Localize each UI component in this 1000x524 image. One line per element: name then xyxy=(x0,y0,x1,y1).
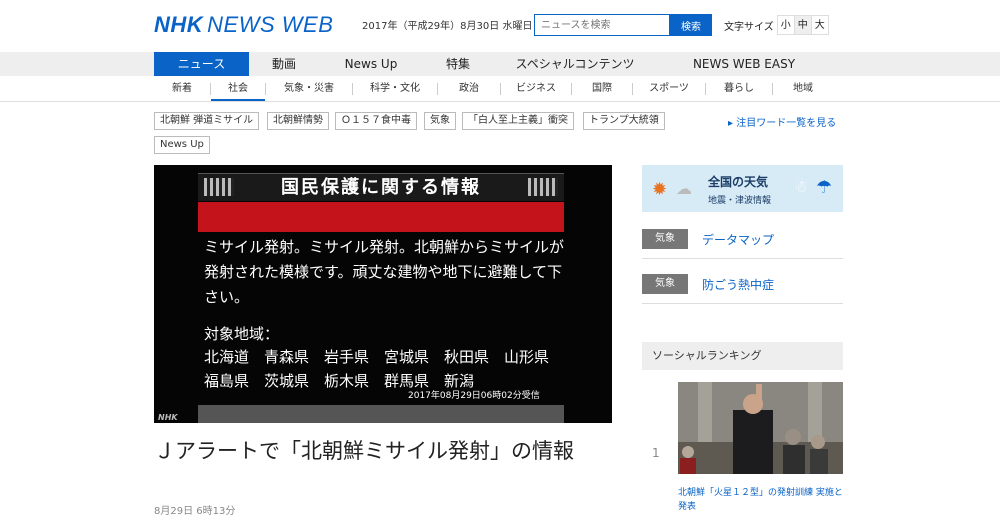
subnav-business[interactable]: ビジネス xyxy=(501,76,571,101)
tag-news-up[interactable]: News Up xyxy=(154,136,210,154)
alert-title-bar: 国民保護に関する情報 xyxy=(198,173,564,201)
nhk-watermark: NHK xyxy=(158,413,178,422)
weather-title: 全国の天気 xyxy=(708,175,769,189)
snowman-icon: ☃ xyxy=(794,177,809,196)
article-headline[interactable]: Ｊアラートで「北朝鮮ミサイル発射」の情報 xyxy=(154,436,624,466)
site-header: NHKNEWS WEB 2017年（平成29年）8月30日 水曜日 検索 文字サ… xyxy=(0,0,1000,52)
tags-more-link[interactable]: ▸ 注目ワード一覧を見る xyxy=(728,114,836,129)
ranking-caption[interactable]: 北朝鮮「火星１２型」の発射訓練 実施と発表 xyxy=(678,486,843,514)
subnav-latest[interactable]: 新着 xyxy=(154,76,210,101)
subnav-science-culture[interactable]: 科学・文化 xyxy=(353,76,437,101)
subnav-society[interactable]: 社会 xyxy=(211,76,265,101)
tag-north-korea-missile[interactable]: 北朝鮮 弾道ミサイル xyxy=(154,112,260,130)
font-size-large[interactable]: 大 xyxy=(810,15,829,35)
nav-special-contents[interactable]: スペシャルコンテンツ xyxy=(500,52,650,76)
font-size-control: 文字サイズ 小 中 大 xyxy=(724,14,829,36)
font-size-label: 文字サイズ xyxy=(724,21,774,33)
sidebar-link-text: 防ごう熱中症 xyxy=(702,278,775,292)
tag-o157[interactable]: Ｏ１５７食中毒 xyxy=(335,112,417,130)
subnav-politics[interactable]: 政治 xyxy=(438,76,500,101)
tag-trump[interactable]: トランプ大統領 xyxy=(583,112,665,130)
search-input[interactable] xyxy=(534,14,670,36)
category-badge: 気象 xyxy=(642,274,688,294)
nav-news-up[interactable]: News Up xyxy=(330,52,412,76)
sun-icon: ✹ xyxy=(652,179,668,200)
article-time: 8月29日 6時13分 xyxy=(154,506,236,517)
social-ranking-heading: ソーシャルランキング xyxy=(642,342,843,370)
alert-timestamp: 2017年08月29日06時02分受信 xyxy=(408,391,540,401)
font-size-medium[interactable]: 中 xyxy=(793,15,812,35)
hero-image[interactable]: 国民保護に関する情報 ミサイル発射。ミサイル発射。北朝鮮からミサイルが発射された… xyxy=(154,165,612,423)
nav-news[interactable]: ニュース xyxy=(154,52,249,76)
thumbnail-photo xyxy=(678,382,843,474)
alert-regions: 北海道 青森県 岩手県 宮城県 秋田県 山形県 福島県 茨城県 栃木県 群馬県 … xyxy=(204,348,565,390)
alert-message: ミサイル発射。ミサイル発射。北朝鮮からミサイルが発射された模様です。頑丈な建物や… xyxy=(204,238,565,306)
main-nav: ニュース 動画 News Up 特集 スペシャルコンテンツ NEWS WEB E… xyxy=(0,52,1000,76)
alert-bottom-bar xyxy=(198,405,564,423)
current-date: 2017年（平成29年）8月30日 水曜日 xyxy=(362,21,533,32)
sidebar-link-heatstroke[interactable]: 気象 防ごう熱中症 xyxy=(642,264,843,304)
alert-red-bar xyxy=(198,202,564,232)
nav-news-web-easy[interactable]: NEWS WEB EASY xyxy=(672,52,816,76)
nav-video[interactable]: 動画 xyxy=(249,52,319,76)
alert-title: 国民保護に関する情報 xyxy=(281,177,481,198)
ranking-thumbnail[interactable] xyxy=(678,382,843,474)
tag-weather[interactable]: 気象 xyxy=(424,112,456,130)
category-badge: 気象 xyxy=(642,229,688,249)
subnav-living[interactable]: 暮らし xyxy=(706,76,772,101)
subnav-weather-disaster[interactable]: 気象・災害 xyxy=(266,76,352,101)
sidebar-link-text: データマップ xyxy=(702,233,775,247)
search-button[interactable]: 検索 xyxy=(670,14,712,36)
weather-banner[interactable]: ✹ ☁ 全国の天気 地震・津波情報 ☃ ☂ xyxy=(642,165,843,212)
umbrella-icon: ☂ xyxy=(816,177,833,198)
font-size-small[interactable]: 小 xyxy=(776,15,795,35)
cloud-icon: ☁ xyxy=(676,179,692,198)
site-logo[interactable]: NHK NEWS WEB xyxy=(154,12,333,38)
subnav-regions[interactable]: 地域 xyxy=(773,76,833,101)
sidebar-link-data-map[interactable]: 気象 データマップ xyxy=(642,219,843,259)
tag-north-korea-situation[interactable]: 北朝鮮情勢 xyxy=(267,112,329,130)
subnav-sports[interactable]: スポーツ xyxy=(633,76,705,101)
subnav-international[interactable]: 国際 xyxy=(572,76,632,101)
rank-number: 1 xyxy=(652,446,660,460)
triangle-right-icon: ▸ xyxy=(728,118,737,129)
nav-features[interactable]: 特集 xyxy=(426,52,490,76)
tag-white-supremacy[interactable]: 「白人至上主義」衝突 xyxy=(462,112,574,130)
weather-subtitle: 地震・津波情報 xyxy=(708,196,772,206)
alert-region-label: 対象地域： xyxy=(204,325,280,343)
sub-nav: 新着 社会 気象・災害 科学・文化 政治 ビジネス 国際 スポーツ 暮らし 地域 xyxy=(0,76,1000,102)
